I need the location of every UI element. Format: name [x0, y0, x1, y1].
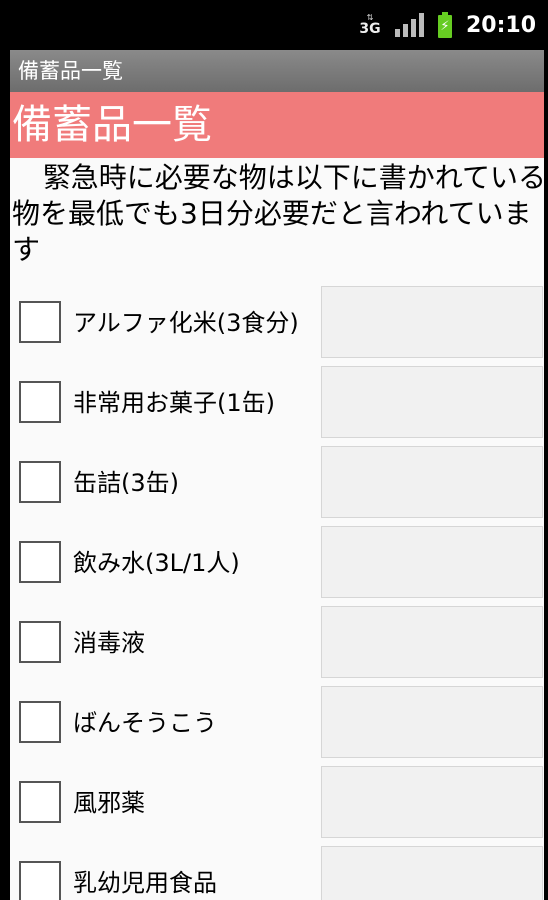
list-item: 乳幼児用食品: [10, 846, 544, 900]
list-item: 缶詰(3缶): [10, 446, 544, 526]
mobile-data-icon: ⇅ 3G: [359, 14, 381, 37]
item-label: 缶詰(3缶): [73, 469, 179, 497]
item-label: 飲み水(3L/1人): [73, 549, 240, 577]
app-window: 備蓄品一覧 備蓄品一覧 緊急時に必要な物は以下に書かれている物を最低でも3日分必…: [10, 50, 544, 900]
item-label: アルファ化米(3食分): [73, 309, 299, 337]
supply-list: アルファ化米(3食分) 非常用お菓子(1缶) 缶詰(3缶) 飲み水(3L/1人)…: [10, 286, 544, 900]
item-checkbox[interactable]: [19, 621, 61, 663]
window-title-bar: 備蓄品一覧: [10, 50, 544, 92]
item-checkbox[interactable]: [19, 541, 61, 583]
item-input-field[interactable]: [321, 446, 543, 518]
charging-bolt-icon: ⚡: [437, 15, 452, 38]
screen-bezel: [544, 50, 548, 900]
item-label: 消毒液: [73, 629, 145, 657]
list-item: 飲み水(3L/1人): [10, 526, 544, 606]
network-type-label: 3G: [359, 21, 381, 37]
intro-text: 緊急時に必要な物は以下に書かれている物を最低でも3日分必要だと言われています: [12, 161, 544, 266]
item-checkbox[interactable]: [19, 781, 61, 823]
page-title: 備蓄品一覧: [10, 92, 544, 158]
status-bar: ⇅ 3G ⚡ 20:10: [0, 0, 548, 50]
item-label: 非常用お菓子(1缶): [73, 389, 275, 417]
item-input-field[interactable]: [321, 526, 543, 598]
item-input-field[interactable]: [321, 286, 543, 358]
list-item: 風邪薬: [10, 766, 544, 846]
list-item: 非常用お菓子(1缶): [10, 366, 544, 446]
item-checkbox[interactable]: [19, 861, 61, 900]
list-item: アルファ化米(3食分): [10, 286, 544, 366]
list-item: 消毒液: [10, 606, 544, 686]
item-input-field[interactable]: [321, 686, 543, 758]
item-label: ばんそうこう: [73, 709, 217, 737]
item-input-field[interactable]: [321, 606, 543, 678]
window-title: 備蓄品一覧: [18, 59, 123, 83]
item-input-field[interactable]: [321, 846, 543, 900]
list-item: ばんそうこう: [10, 686, 544, 766]
signal-strength-icon: [394, 13, 424, 37]
status-clock: 20:10: [465, 12, 536, 38]
item-checkbox[interactable]: [19, 461, 61, 503]
item-checkbox[interactable]: [19, 301, 61, 343]
status-icons: ⇅ 3G ⚡ 20:10: [359, 0, 536, 50]
item-input-field[interactable]: [321, 366, 543, 438]
battery-charging-icon: ⚡: [437, 12, 452, 38]
item-input-field[interactable]: [321, 766, 543, 838]
item-checkbox[interactable]: [19, 701, 61, 743]
item-label: 乳幼児用食品: [73, 869, 217, 897]
item-label: 風邪薬: [73, 789, 145, 817]
item-checkbox[interactable]: [19, 381, 61, 423]
